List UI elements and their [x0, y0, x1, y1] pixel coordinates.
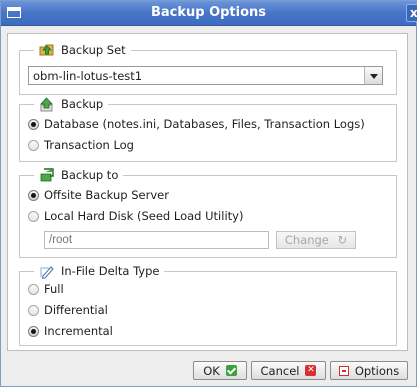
backup-set-select[interactable]: obm-lin-lotus-test1 — [28, 66, 383, 85]
radio-offsite-server-indicator[interactable] — [28, 189, 39, 201]
radio-delta-full[interactable]: Full — [28, 282, 64, 296]
backup-set-group: Backup Set obm-lin-lotus-test1 — [19, 42, 397, 95]
radio-database[interactable]: Database (notes.ini, Databases, Files, T… — [28, 117, 365, 131]
radio-delta-incremental-label: Incremental — [44, 324, 113, 338]
local-path-input[interactable] — [44, 231, 269, 249]
checkmark-icon — [225, 365, 237, 376]
backup-set-folder-icon — [39, 44, 54, 56]
radio-transaction-log-label: Transaction Log — [44, 138, 134, 152]
change-button-label: Change — [284, 233, 329, 247]
refresh-icon: ↻ — [337, 233, 348, 247]
radio-delta-full-indicator[interactable] — [28, 283, 39, 295]
radio-delta-differential-indicator[interactable] — [28, 304, 39, 316]
delta-type-group: In-File Delta Type Full Differential Inc… — [19, 263, 397, 346]
backup-options-dialog: Backup Options x Backup Set obm-lin-lotu… — [0, 0, 417, 387]
radio-transaction-log-indicator[interactable] — [28, 139, 39, 151]
title-bar[interactable]: Backup Options x — [1, 1, 417, 26]
radio-local-hard-disk-label: Local Hard Disk (Seed Load Utility) — [44, 209, 244, 223]
radio-transaction-log[interactable]: Transaction Log — [28, 138, 134, 152]
delta-pencil-icon — [40, 265, 54, 279]
backup-upload-icon — [40, 96, 53, 111]
options-button-label: Options — [354, 363, 400, 378]
backup-set-value: obm-lin-lotus-test1 — [33, 69, 143, 83]
radio-delta-full-label: Full — [44, 282, 64, 296]
ok-button-label: OK — [203, 363, 220, 378]
radio-delta-incremental-indicator[interactable] — [28, 325, 39, 337]
chevron-down-icon[interactable] — [364, 67, 382, 84]
options-button[interactable]: Options — [330, 361, 408, 380]
backup-label: Backup — [61, 97, 104, 111]
delta-type-label: In-File Delta Type — [61, 264, 160, 278]
radio-delta-differential[interactable]: Differential — [28, 303, 108, 317]
ok-button[interactable]: OK — [193, 361, 247, 380]
options-panel: Backup Set obm-lin-lotus-test1 Backup Da… — [7, 33, 408, 351]
close-button[interactable]: x — [406, 4, 417, 22]
cancel-button[interactable]: Cancel ✕ — [251, 361, 326, 380]
backup-group: Backup Database (notes.ini, Databases, F… — [19, 96, 397, 162]
radio-local-hard-disk-indicator[interactable] — [28, 210, 39, 222]
radio-delta-differential-label: Differential — [44, 303, 108, 317]
backup-to-label: Backup to — [61, 168, 119, 182]
cancel-x-icon: ✕ — [305, 365, 317, 376]
radio-delta-incremental[interactable]: Incremental — [28, 324, 113, 338]
window-title: Backup Options — [150, 5, 267, 20]
radio-offsite-server-label: Offsite Backup Server — [44, 188, 169, 202]
radio-offsite-server[interactable]: Offsite Backup Server — [28, 188, 169, 202]
radio-database-label: Database (notes.ini, Databases, Files, T… — [44, 117, 365, 131]
backup-set-label: Backup Set — [61, 43, 126, 57]
options-icon — [338, 365, 349, 376]
change-path-button[interactable]: Change ↻ — [276, 231, 356, 249]
cancel-button-label: Cancel — [260, 363, 300, 378]
backup-destination-icon — [40, 167, 54, 181]
radio-database-indicator[interactable] — [28, 118, 39, 130]
radio-local-hard-disk[interactable]: Local Hard Disk (Seed Load Utility) — [28, 209, 243, 223]
backup-to-group: Backup to Offsite Backup Server Local Ha… — [19, 167, 397, 258]
